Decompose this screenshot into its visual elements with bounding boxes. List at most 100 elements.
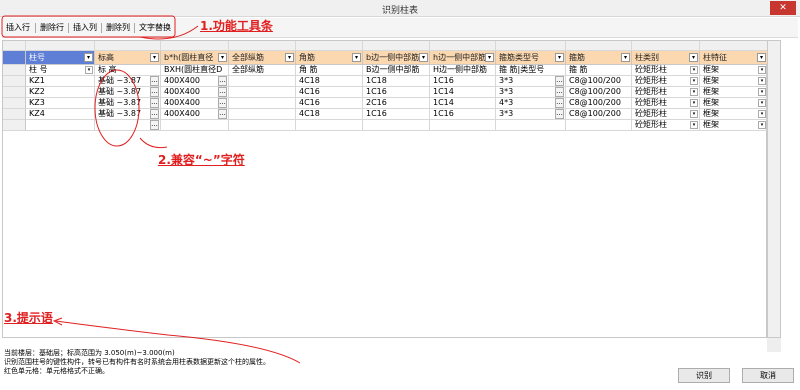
row-header[interactable] [3, 109, 26, 120]
ellipsis-icon[interactable]: ... [218, 109, 227, 119]
table-cell[interactable]: 3*3... [496, 109, 566, 120]
column-letter-header[interactable] [700, 41, 768, 51]
table-cell[interactable]: 3*3... [496, 87, 566, 98]
ellipsis-icon[interactable]: ... [150, 109, 159, 119]
chevron-down-icon[interactable]: ▾ [485, 53, 494, 62]
table-cell[interactable]: KZ4 [26, 109, 95, 120]
table-cell[interactable] [496, 120, 566, 131]
table-cell[interactable] [566, 120, 632, 131]
chevron-down-icon[interactable]: ▾ [85, 66, 93, 74]
label-cell[interactable]: 砼矩形柱 ▾ [632, 65, 700, 76]
table-cell[interactable]: 400X400... [161, 98, 229, 109]
table-cell[interactable]: C8@100/200 [566, 109, 632, 120]
chevron-down-icon[interactable]: ▾ [690, 121, 698, 129]
table-cell[interactable]: 1C16 [430, 109, 496, 120]
table-cell[interactable]: 2C16 [363, 98, 430, 109]
table-cell[interactable] [296, 120, 363, 131]
table-cell[interactable]: 400X400... [161, 76, 229, 87]
column-header[interactable]: 箍筋 ▾ [566, 51, 632, 65]
table-cell[interactable]: 砼矩形柱 ▾ [632, 87, 700, 98]
table-cell[interactable]: 400X400... [161, 87, 229, 98]
table-cell[interactable]: 1C18 [363, 76, 430, 87]
table-cell[interactable]: 砼矩形柱 ▾ [632, 98, 700, 109]
insert-column-button[interactable]: 插入列 [71, 21, 99, 34]
chevron-down-icon[interactable]: ▾ [690, 77, 698, 85]
label-cell[interactable]: 框架 ▾ [700, 65, 768, 76]
table-cell[interactable]: 3*3... [496, 76, 566, 87]
chevron-down-icon[interactable]: ▾ [218, 53, 227, 62]
table-cell[interactable]: 基础 ~3.87... [95, 98, 161, 109]
row-header[interactable] [3, 120, 26, 131]
table-cell[interactable]: 框架 ▾ [700, 120, 768, 131]
table-cell[interactable] [229, 120, 296, 131]
ellipsis-icon[interactable]: ... [218, 76, 227, 86]
table-cell[interactable] [161, 120, 229, 131]
row-header[interactable] [3, 65, 26, 76]
table-cell[interactable]: 4*3... [496, 98, 566, 109]
table-cell[interactable]: 4C16 [296, 87, 363, 98]
table-cell[interactable]: 4C16 [296, 98, 363, 109]
chevron-down-icon[interactable]: ▾ [555, 53, 564, 62]
column-letter-header[interactable] [632, 41, 700, 51]
delete-column-button[interactable]: 删除列 [104, 21, 132, 34]
column-header[interactable]: 全部纵筋 ▾ [229, 51, 296, 65]
chevron-down-icon[interactable]: ▾ [758, 121, 766, 129]
table-cell[interactable]: 砼矩形柱 ▾ [632, 76, 700, 87]
table-cell[interactable]: 砼矩形柱 ▾ [632, 109, 700, 120]
table-cell[interactable]: 400X400... [161, 109, 229, 120]
table-cell[interactable]: C8@100/200 [566, 87, 632, 98]
row-header[interactable] [3, 87, 26, 98]
column-letter-header[interactable] [363, 41, 430, 51]
ellipsis-icon[interactable]: ... [218, 98, 227, 108]
column-letter-header[interactable] [95, 41, 161, 51]
label-cell[interactable]: 标 高 [95, 65, 161, 76]
row-header[interactable] [3, 76, 26, 87]
table-cell[interactable] [229, 98, 296, 109]
table-cell[interactable]: KZ2 [26, 87, 95, 98]
column-letter-header[interactable] [296, 41, 363, 51]
ellipsis-icon[interactable]: ... [218, 87, 227, 97]
table-cell[interactable]: 基础 ~3.87... [95, 87, 161, 98]
table-cell[interactable]: 框架 ▾ [700, 109, 768, 120]
column-letter-header[interactable] [430, 41, 496, 51]
column-header[interactable]: 箍筋类型号 ▾ [496, 51, 566, 65]
ellipsis-icon[interactable]: ... [555, 76, 564, 86]
table-cell[interactable] [229, 87, 296, 98]
table-cell[interactable]: 4C18 [296, 76, 363, 87]
ellipsis-icon[interactable]: ... [150, 98, 159, 108]
column-table-grid[interactable]: 柱号 ▾ 标高 ▾ b*h(圆柱直径 ▾ 全部纵筋 ▾ 角筋 ▾ b边一侧中部筋 ▾ h边一侧中部筋 ▾ 箍… [2, 40, 768, 338]
ellipsis-icon[interactable]: ... [555, 98, 564, 108]
chevron-down-icon[interactable]: ▾ [690, 99, 698, 107]
column-letter-header[interactable] [229, 41, 296, 51]
recognize-button[interactable]: 识别 [678, 368, 730, 383]
column-header[interactable]: 柱类别 ▾ [632, 51, 700, 65]
table-cell[interactable] [229, 76, 296, 87]
chevron-down-icon[interactable]: ▾ [419, 53, 428, 62]
chevron-down-icon[interactable]: ▾ [352, 53, 361, 62]
table-cell[interactable]: 4C18 [296, 109, 363, 120]
ellipsis-icon[interactable]: ... [150, 120, 159, 130]
chevron-down-icon[interactable]: ▾ [690, 66, 698, 74]
cancel-button[interactable]: 取消 [742, 368, 794, 383]
table-cell[interactable]: 基础 ~3.87... [95, 109, 161, 120]
row-header[interactable] [3, 98, 26, 109]
label-cell[interactable]: H边一侧中部筋 [430, 65, 496, 76]
close-icon[interactable]: ✕ [770, 1, 796, 15]
table-cell[interactable]: ... [95, 120, 161, 131]
delete-row-button[interactable]: 删除行 [38, 21, 66, 34]
chevron-down-icon[interactable]: ▾ [758, 110, 766, 118]
chevron-down-icon[interactable]: ▾ [690, 110, 698, 118]
column-header[interactable]: b边一侧中部筋 ▾ [363, 51, 430, 65]
table-cell[interactable]: 框架 ▾ [700, 98, 768, 109]
vertical-scrollbar[interactable] [767, 40, 781, 338]
column-header[interactable]: 柱号 ▾ [26, 51, 95, 65]
table-cell[interactable]: KZ1 [26, 76, 95, 87]
chevron-down-icon[interactable]: ▾ [689, 53, 698, 62]
row-header-selected[interactable] [3, 51, 26, 65]
table-cell[interactable] [26, 120, 95, 131]
label-cell[interactable]: 箍 筋 [566, 65, 632, 76]
column-letter-header[interactable] [566, 41, 632, 51]
ellipsis-icon[interactable]: ... [555, 87, 564, 97]
column-letter-header[interactable] [496, 41, 566, 51]
column-header[interactable]: h边一侧中部筋 ▾ [430, 51, 496, 65]
